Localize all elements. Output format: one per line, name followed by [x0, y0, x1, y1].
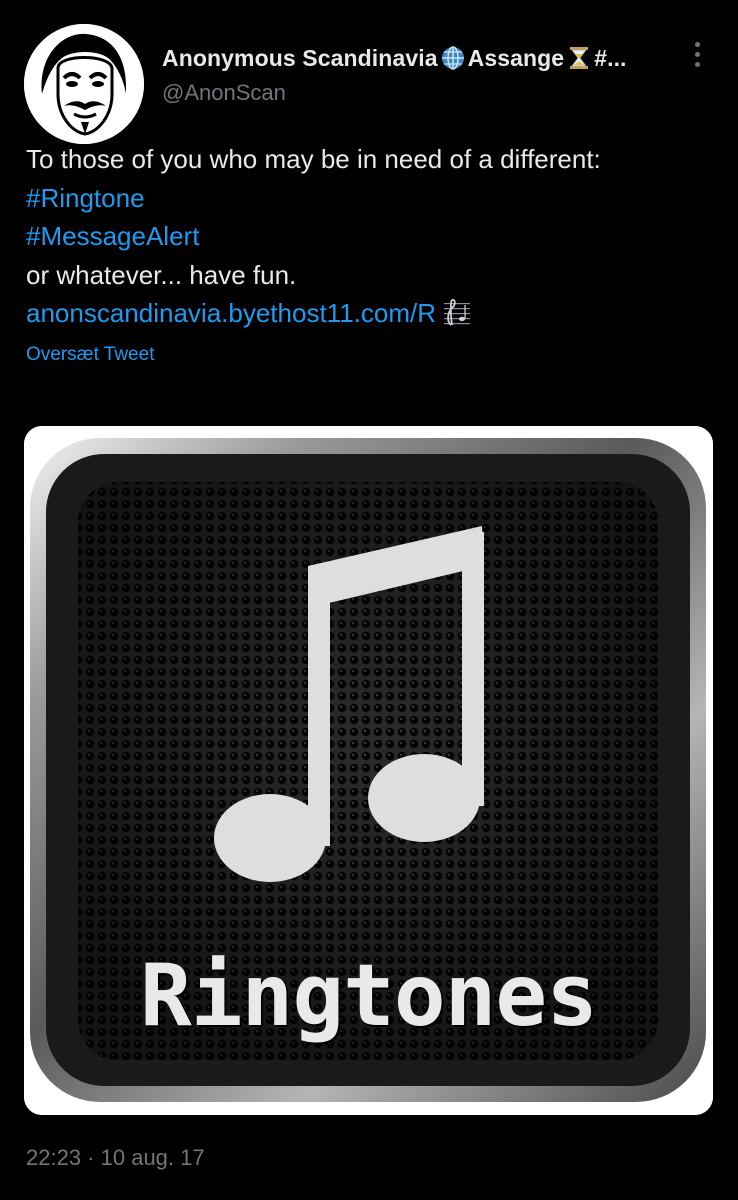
- more-dot-icon: [694, 51, 700, 57]
- tweet-line: To those of you who may be in need of a …: [26, 144, 601, 174]
- avatar[interactable]: [24, 24, 144, 144]
- display-name-part1: Anonymous Scandinavia: [162, 44, 438, 71]
- hourglass-icon: [570, 47, 589, 69]
- translate-tweet-link[interactable]: Oversæt Tweet: [26, 344, 154, 366]
- author-name[interactable]: Anonymous Scandinavia Assange #...: [162, 40, 682, 76]
- display-name-part3: #...: [594, 44, 627, 71]
- tweet-timestamp[interactable]: 22:23 · 10 aug. 17: [26, 1145, 205, 1171]
- timestamp-separator: ·: [81, 1145, 101, 1170]
- tweet-date: 10 aug. 17: [100, 1145, 205, 1170]
- more-dot-icon: [694, 41, 700, 47]
- musical-score-icon: [444, 298, 470, 326]
- display-name-part2: Assange: [467, 44, 565, 71]
- globe-icon: [441, 46, 464, 70]
- author-handle[interactable]: @AnonScan: [162, 80, 286, 106]
- guy-fawkes-mask-icon: [24, 24, 144, 144]
- more-options-button[interactable]: [680, 34, 714, 74]
- tweet-image[interactable]: Ringtones: [24, 426, 713, 1115]
- tweet: Anonymous Scandinavia Assange #... @Anon…: [0, 0, 738, 1200]
- external-link[interactable]: anonscandinavia.byethost11.com/R: [26, 298, 436, 328]
- more-dot-icon: [694, 61, 700, 67]
- tweet-line: or whatever... have fun.: [26, 259, 297, 290]
- image-caption: Ringtones: [140, 946, 598, 1046]
- tweet-text: To those of you who may be in need of a …: [26, 140, 716, 333]
- hashtag-ringtone-link[interactable]: #Ringtone: [26, 183, 145, 213]
- tweet-time: 22:23: [26, 1145, 82, 1170]
- hashtag-messagealert-link[interactable]: #MessageAlert: [26, 221, 199, 251]
